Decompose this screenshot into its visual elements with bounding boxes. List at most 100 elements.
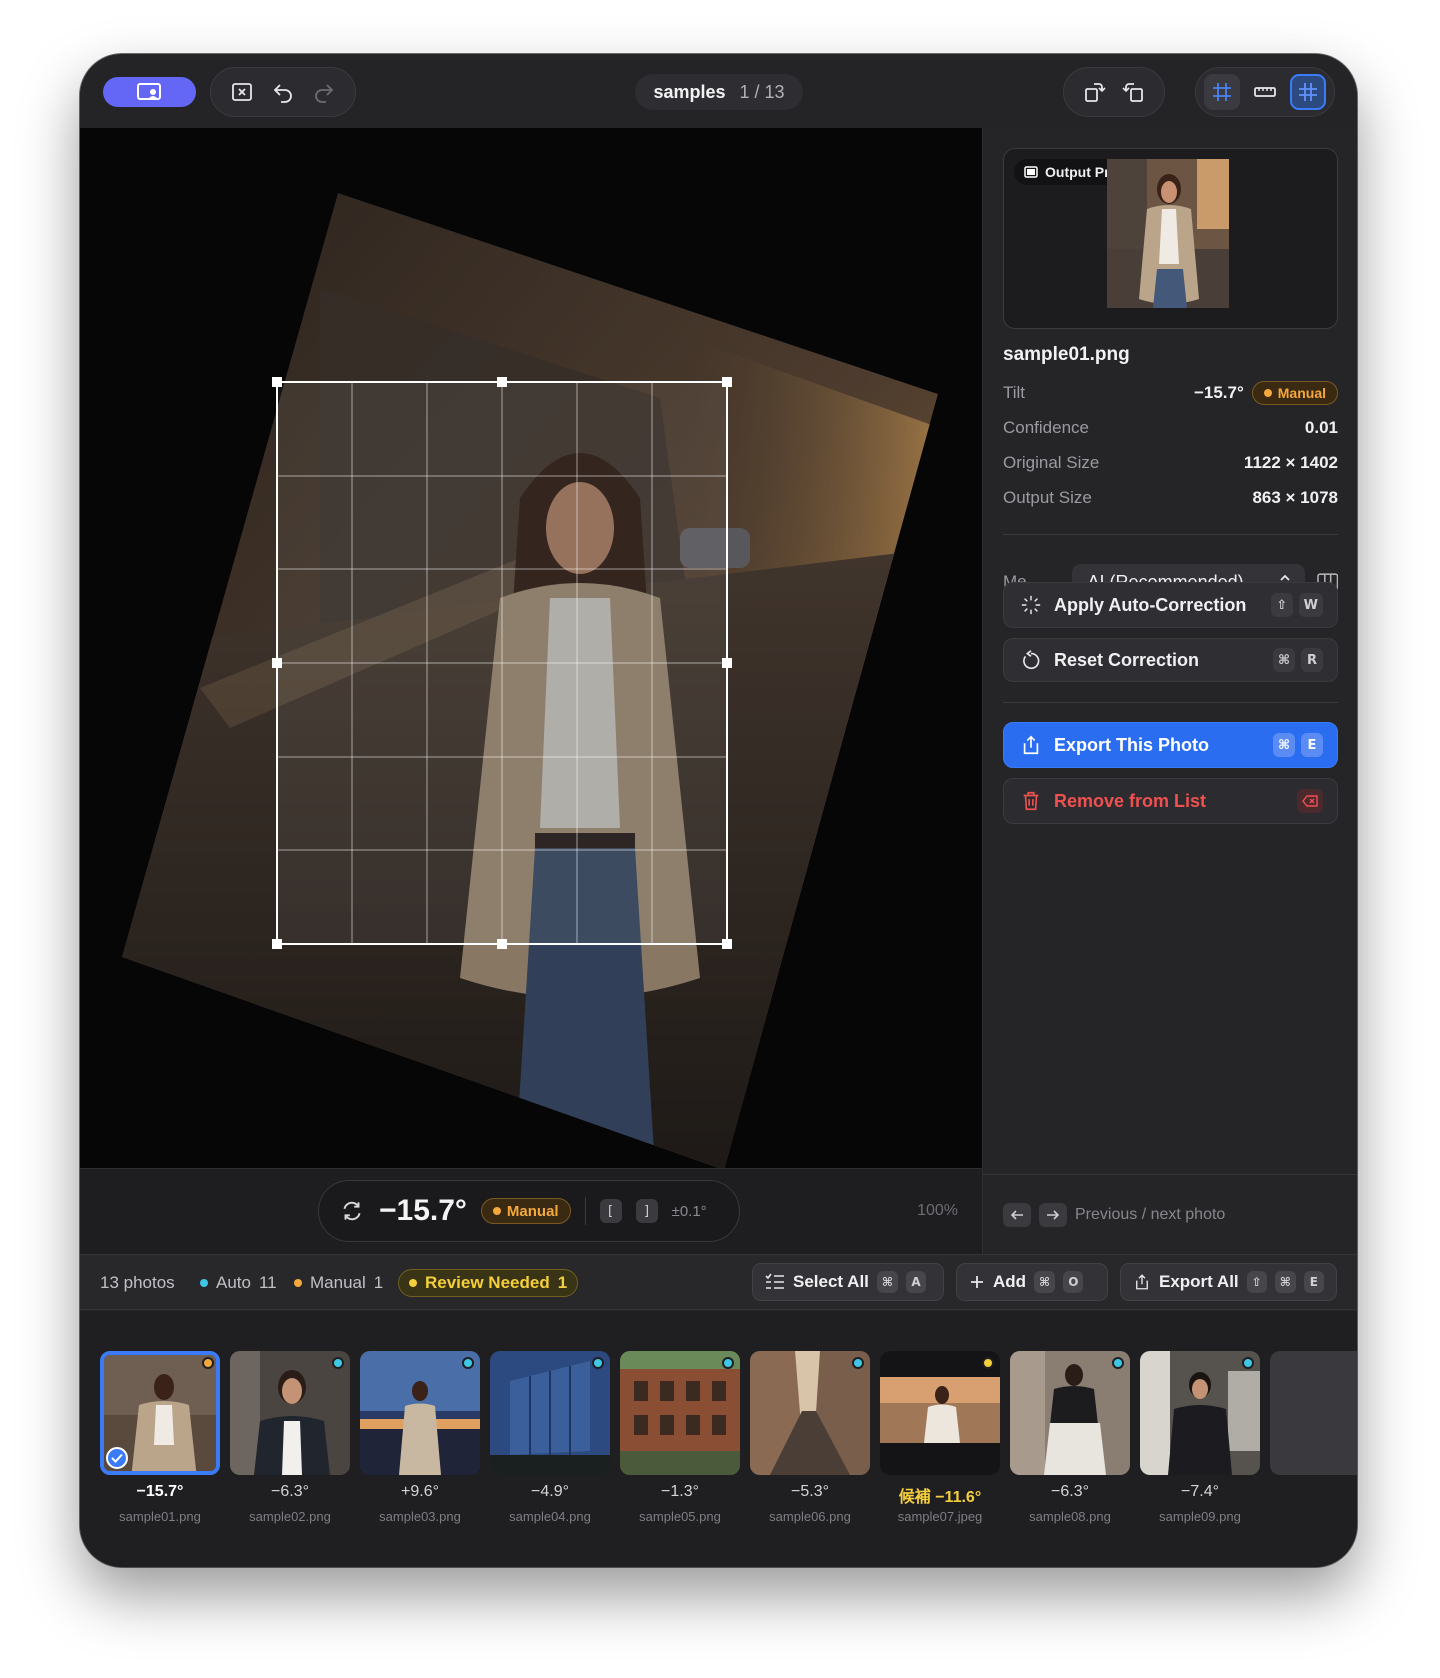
- reset-correction-button[interactable]: Reset Correction ⌘ R: [1003, 638, 1338, 682]
- thumbnail[interactable]: −15.7° sample01.png: [100, 1351, 220, 1524]
- shortcut-key: E: [1301, 733, 1323, 757]
- toolbar: samples 1 / 13: [80, 54, 1357, 128]
- next-photo-button[interactable]: [1039, 1202, 1067, 1227]
- arrow-right-icon: [1047, 1209, 1060, 1220]
- thumbnail[interactable]: −5.3° sample06.png: [750, 1351, 870, 1524]
- shortcut-key: ⇧: [1270, 593, 1293, 617]
- delete-key-icon: [1302, 795, 1318, 807]
- thumbnail-image: [1270, 1351, 1357, 1475]
- auto-count-value: 11: [258, 1273, 277, 1292]
- checkmark-icon: [111, 1453, 123, 1463]
- remove-label: Remove from List: [1054, 791, 1207, 811]
- divider: [1003, 702, 1338, 703]
- grid-toggle-button[interactable]: [1289, 74, 1326, 110]
- info-row-original-size: Original Size 1122 × 1402: [1003, 448, 1338, 478]
- shortcut: ⇧ W: [1270, 593, 1323, 617]
- info-row-tilt: Tilt −15.7° Manual: [1003, 378, 1338, 408]
- ruler-button[interactable]: [1247, 74, 1283, 110]
- decrease-key[interactable]: [: [599, 1199, 622, 1223]
- add-button[interactable]: Add ⌘ O: [956, 1263, 1108, 1301]
- add-label: Add: [993, 1272, 1027, 1291]
- thumbnail-image: [880, 1351, 1000, 1475]
- review-count-value: 1: [557, 1273, 568, 1292]
- crop-grid-icon: [1213, 83, 1232, 101]
- tilt-mode-badge: Manual: [1251, 381, 1338, 405]
- auto-marker: [1242, 1357, 1254, 1369]
- undo-icon: [273, 84, 292, 103]
- manual-badge-label: Manual: [506, 1202, 559, 1220]
- manual-dot: [492, 1207, 501, 1215]
- redo-button[interactable]: [306, 74, 342, 110]
- info-key: Original Size: [1003, 453, 1100, 472]
- thumbnail-image: [490, 1351, 610, 1475]
- file-name: sample01.png: [1003, 344, 1130, 365]
- auto-marker: [592, 1357, 604, 1369]
- info-value: 1122 × 1402: [1243, 453, 1338, 472]
- crop-frame[interactable]: [272, 377, 732, 949]
- sparkle-icon: [1021, 595, 1041, 615]
- review-count[interactable]: Review Needed 1: [398, 1255, 579, 1311]
- thumbnail[interactable]: −4.9° sample04.png: [490, 1351, 610, 1524]
- select-all-button[interactable]: Select All ⌘ A: [752, 1263, 944, 1301]
- shortcut-key: ⇧: [1246, 1271, 1267, 1293]
- redo-icon: [315, 84, 334, 103]
- app-window: samples 1 / 13 −15.7° Manual [] ±0.1° 1…: [80, 54, 1357, 1567]
- tilt-value: −15.7°: [1193, 383, 1244, 402]
- thumbnail-angle: −7.4°: [1181, 1483, 1219, 1500]
- angle-control: −15.7° Manual [ ] ±0.1°: [318, 1180, 740, 1242]
- plus-icon: [971, 1276, 983, 1288]
- info-row-output-size: Output Size 863 × 1078: [1003, 483, 1338, 513]
- info-key: Tilt: [1003, 383, 1026, 402]
- remove-from-list-button[interactable]: Remove from List: [1003, 778, 1338, 824]
- sidebar-toggle-button[interactable]: [103, 77, 196, 107]
- previous-photo-button[interactable]: [1003, 1202, 1031, 1227]
- thumbnail[interactable]: 候補 −11.6° sample07.jpeg: [880, 1351, 1000, 1524]
- reset-icon: [1023, 650, 1040, 670]
- display-user-icon: [136, 83, 161, 100]
- zoom-level[interactable]: 100%: [917, 1202, 958, 1220]
- close-square-icon: [231, 83, 252, 101]
- thumbnail[interactable]: −6.3° sample02.png: [230, 1351, 350, 1524]
- rotate-left-button[interactable]: [1076, 74, 1112, 110]
- preview-icon: [1024, 166, 1038, 178]
- increase-key[interactable]: ]: [635, 1199, 658, 1223]
- close-button[interactable]: [224, 74, 260, 110]
- export-photo-button[interactable]: Export This Photo ⌘ E: [1003, 722, 1338, 768]
- delete-key: [1297, 789, 1323, 813]
- auto-marker: [722, 1357, 734, 1369]
- auto-count[interactable]: Auto 11: [200, 1255, 277, 1311]
- selected-check: [106, 1447, 128, 1469]
- thumbnail-image: [230, 1351, 350, 1475]
- shortcut-key: ⌘: [1272, 648, 1295, 672]
- photo-count-label: 13 photos: [100, 1273, 175, 1292]
- thumbnail[interactable]: −1.3° sample05.png: [620, 1351, 740, 1524]
- export-label: Export This Photo: [1054, 735, 1209, 755]
- edit-group: [210, 67, 356, 117]
- rotate-right-icon: [1122, 83, 1143, 102]
- thumbnail-image: [1140, 1351, 1260, 1475]
- grid-icon: [1298, 83, 1317, 101]
- manual-badge: Manual: [480, 1198, 571, 1224]
- rotate-icon[interactable]: [339, 1198, 365, 1224]
- thumbnail-partial[interactable]: [1270, 1351, 1357, 1475]
- divider: [1003, 534, 1338, 535]
- editor-canvas[interactable]: [80, 128, 982, 1168]
- manual-count[interactable]: Manual 1: [294, 1255, 383, 1311]
- manual-dot: [1263, 389, 1272, 397]
- angle-value[interactable]: −15.7°: [379, 1194, 467, 1228]
- photo-position: 1 / 13: [739, 81, 785, 102]
- thumbnail[interactable]: +9.6° sample03.png: [360, 1351, 480, 1524]
- checklist-icon: [765, 1273, 784, 1289]
- export-all-button[interactable]: Export All ⇧ ⌘ E: [1120, 1263, 1337, 1301]
- thumbnail[interactable]: −6.3° sample08.png: [1010, 1351, 1130, 1524]
- thumbnail[interactable]: −7.4° sample09.png: [1140, 1351, 1260, 1524]
- undo-button[interactable]: [265, 74, 301, 110]
- crop-tool-button[interactable]: [1204, 74, 1241, 110]
- manual-dot: [294, 1279, 302, 1287]
- shortcut-key: R: [1301, 648, 1323, 672]
- review-marker: [982, 1357, 994, 1369]
- rotate-right-button[interactable]: [1116, 74, 1152, 110]
- manual-marker: [202, 1357, 214, 1369]
- apply-auto-correction-button[interactable]: Apply Auto-Correction ⇧ W: [1003, 582, 1338, 628]
- shortcut-key: ⌘: [1274, 1271, 1296, 1293]
